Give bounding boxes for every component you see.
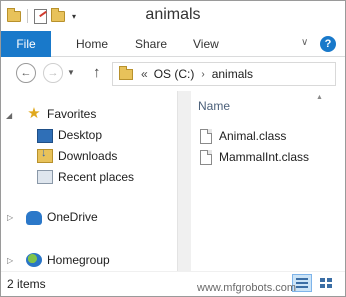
list-item[interactable]: MammalInt.class bbox=[200, 147, 309, 167]
file-icon bbox=[200, 128, 212, 144]
toolbar-divider bbox=[27, 9, 28, 23]
breadcrumb-os-drive[interactable]: OS (C:) bbox=[154, 67, 195, 81]
sidebar-item-downloads[interactable]: Downloads bbox=[37, 147, 117, 165]
properties-icon[interactable] bbox=[34, 8, 47, 24]
star-icon: ★ bbox=[27, 105, 41, 122]
sidebar-item-label: Favorites bbox=[47, 107, 97, 121]
address-bar[interactable]: « OS (C:) › animals bbox=[112, 62, 336, 86]
sidebar-item-desktop[interactable]: Desktop bbox=[37, 126, 102, 144]
large-icons-view-button[interactable] bbox=[316, 274, 336, 292]
explorer-window: ▾ animals File Home Share View ∨ ? ← → ▼… bbox=[0, 0, 346, 297]
sidebar-item-label: Desktop bbox=[58, 128, 103, 142]
folder-icon[interactable] bbox=[7, 7, 21, 22]
up-arrow-icon[interactable]: ↑ bbox=[93, 64, 101, 81]
back-button[interactable]: ← bbox=[16, 63, 36, 83]
sidebar-item-label: Downloads bbox=[58, 149, 118, 163]
sidebar-item-homegroup[interactable]: Homegroup bbox=[26, 251, 110, 269]
file-icon bbox=[200, 149, 212, 165]
customize-toolbar-dropdown-icon[interactable]: ▾ bbox=[69, 12, 79, 21]
breadcrumb-animals[interactable]: animals bbox=[212, 67, 253, 81]
tab-file[interactable]: File bbox=[1, 31, 51, 57]
recent-locations-dropdown-icon[interactable]: ▼ bbox=[67, 68, 75, 77]
quick-access-toolbar: ▾ bbox=[7, 7, 79, 25]
homegroup-icon bbox=[26, 253, 42, 267]
folder-icon bbox=[119, 65, 133, 80]
column-header-name[interactable]: Name bbox=[198, 99, 230, 113]
cloud-icon bbox=[26, 211, 42, 225]
navigation-row: ← → ▼ ↑ « OS (C:) › animals bbox=[1, 58, 345, 90]
tab-home[interactable]: Home bbox=[76, 31, 108, 57]
desktop-icon bbox=[37, 128, 53, 143]
sidebar-item-onedrive[interactable]: OneDrive bbox=[26, 208, 98, 226]
watermark-text: www.mfgrobots.com bbox=[197, 282, 297, 294]
item-count: 2 items bbox=[7, 277, 46, 291]
new-folder-icon[interactable] bbox=[51, 7, 65, 22]
downloads-icon bbox=[37, 147, 53, 163]
large-icons-view-icon bbox=[320, 278, 332, 288]
sidebar-item-label: OneDrive bbox=[47, 210, 98, 224]
sidebar-item-favorites[interactable]: ★ Favorites bbox=[26, 105, 96, 123]
breadcrumb-overflow-icon[interactable]: « bbox=[141, 67, 148, 81]
sidebar-item-label: Homegroup bbox=[47, 253, 110, 267]
details-view-icon bbox=[296, 278, 308, 288]
expand-onedrive-icon[interactable]: ▷ bbox=[7, 213, 13, 222]
collapse-favorites-icon[interactable]: ◢ bbox=[6, 111, 12, 120]
sort-ascending-icon[interactable]: ▲ bbox=[316, 94, 323, 101]
list-item[interactable]: Animal.class bbox=[200, 126, 286, 146]
title-bar: ▾ animals bbox=[1, 1, 345, 31]
navigation-pane-scrollbar[interactable] bbox=[177, 91, 191, 271]
sidebar-item-label: Recent places bbox=[58, 170, 135, 184]
tab-view[interactable]: View bbox=[193, 31, 219, 57]
file-list: ▲ Name Animal.class MammalInt.class bbox=[192, 91, 345, 271]
recent-places-icon bbox=[37, 170, 53, 184]
sidebar-item-recent-places[interactable]: Recent places bbox=[37, 168, 134, 186]
breadcrumb-separator-icon[interactable]: › bbox=[201, 69, 204, 80]
ribbon-tabs: File Home Share View ∨ ? bbox=[1, 31, 345, 57]
expand-ribbon-chevron-icon[interactable]: ∨ bbox=[301, 37, 308, 48]
tab-share[interactable]: Share bbox=[135, 31, 167, 57]
navigation-pane: ◢ ★ Favorites Desktop Downloads Recent p… bbox=[1, 91, 179, 271]
file-name: Animal.class bbox=[219, 129, 287, 143]
help-icon[interactable]: ? bbox=[320, 36, 336, 52]
expand-homegroup-icon[interactable]: ▷ bbox=[7, 256, 13, 265]
forward-button[interactable]: → bbox=[43, 63, 63, 83]
file-name: MammalInt.class bbox=[219, 150, 310, 164]
